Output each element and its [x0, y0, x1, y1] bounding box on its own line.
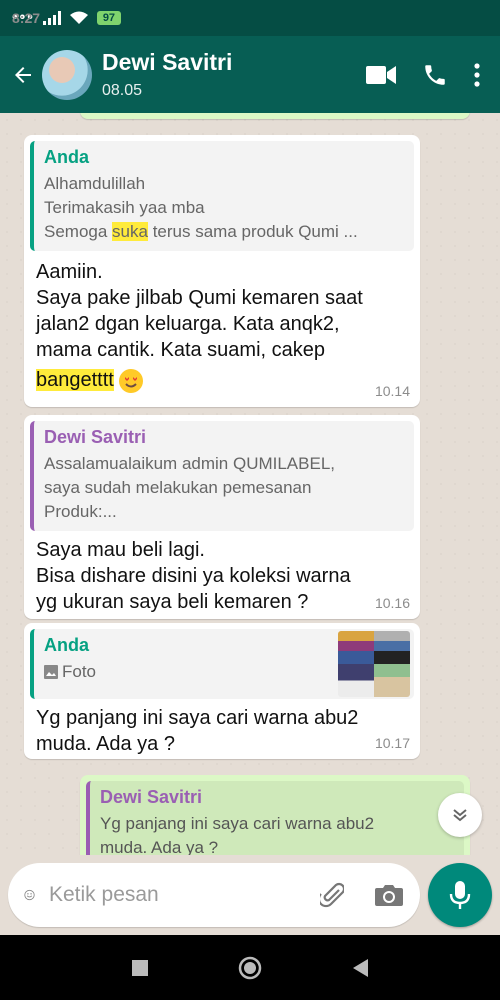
message-text-line: mama cantik. Kata suami, cakep	[36, 339, 326, 361]
emoji-icon[interactable]	[24, 881, 35, 909]
message-text-line: Saya mau beli lagi.	[36, 539, 205, 561]
status-bar: 8:27 ••• 97	[0, 0, 500, 36]
status-time: 8:27	[12, 10, 41, 26]
message-text-line: jalan2 dgan keluarga. Kata anqk2,	[36, 313, 340, 335]
composer	[0, 855, 500, 935]
quoted-media-label: Foto	[62, 662, 97, 681]
contact-avatar[interactable]	[42, 49, 92, 100]
system-navigation-bar	[0, 935, 500, 1000]
back-arrow-icon	[15, 66, 31, 83]
message-text-line: bangetttt	[36, 369, 114, 391]
battery-indicator: 97	[96, 11, 122, 25]
chat-header: Dewi Savitri 08.05	[0, 36, 500, 113]
quoted-message[interactable]: Dewi Savitri Assalamualaikum admin QUMIL…	[30, 421, 414, 531]
message-time: 10.14	[374, 383, 410, 399]
message-text-line: yg ukuran saya beli kemaren ?	[36, 591, 309, 613]
scroll-down-icon	[453, 809, 467, 822]
quoted-text-line: muda. Ada ya ?	[100, 838, 219, 855]
message-bubble-partial[interactable]	[80, 113, 470, 119]
quoted-text-line: Semoga suka terus sama produk Qumi ...	[44, 222, 358, 241]
mic-icon	[449, 881, 471, 909]
quoted-message[interactable]: Dewi Savitri Yg panjang ini saya cari wa…	[86, 781, 464, 855]
heart-eyes-emoji-icon	[119, 368, 144, 393]
contact-name: Dewi Savitri	[102, 49, 233, 75]
message-time: 10.16	[374, 595, 410, 611]
back-nav-icon[interactable]	[351, 958, 369, 978]
message-text-line: Saya pake jilbab Qumi kemaren saat	[36, 287, 363, 309]
quoted-message[interactable]: Anda Foto	[30, 629, 414, 699]
wifi-icon	[69, 11, 88, 24]
quoted-text-line: Terimakasih yaa mba	[44, 198, 205, 217]
message-text-line: Aamiin.	[36, 261, 103, 283]
quoted-message[interactable]: Anda Alhamdulillah Terimakasih yaa mba S…	[30, 141, 414, 251]
message-text-line: muda. Ada ya ?	[36, 733, 175, 755]
quoted-sender: Dewi Savitri	[100, 787, 203, 807]
camera-icon[interactable]	[374, 883, 404, 907]
contact-last-seen: 08.05	[102, 82, 143, 99]
quoted-text-line: Alhamdulillah	[44, 174, 146, 193]
video-call-icon[interactable]	[366, 64, 396, 86]
quoted-sender: Dewi Savitri	[44, 427, 147, 447]
chat-area[interactable]: Anda Alhamdulillah Terimakasih yaa mba S…	[0, 113, 500, 855]
signal-icon	[42, 11, 61, 25]
message-bubble[interactable]: Anda Foto Yg panjang ini saya cari warna…	[24, 623, 420, 759]
message-bubble[interactable]: Anda Alhamdulillah Terimakasih yaa mba S…	[24, 135, 420, 407]
home-icon[interactable]	[237, 955, 263, 981]
back-button[interactable]	[8, 55, 38, 95]
quoted-text-line: saya sudah melakukan pemesanan	[44, 478, 312, 497]
quoted-photo-thumbnail[interactable]	[338, 631, 410, 697]
quoted-sender: Anda	[44, 635, 89, 655]
photo-icon	[44, 665, 58, 679]
recent-apps-icon[interactable]	[131, 959, 149, 977]
more-options-icon[interactable]	[474, 62, 480, 87]
message-text-line: Yg panjang ini saya cari warna abu2	[36, 707, 359, 729]
attach-icon[interactable]	[320, 881, 344, 909]
message-input-box[interactable]	[8, 863, 420, 927]
message-input[interactable]	[49, 883, 320, 907]
quoted-text-line: Assalamualaikum admin QUMILABEL,	[44, 454, 336, 473]
message-text-line: Bisa dishare disini ya koleksi warna	[36, 565, 351, 587]
quoted-sender: Anda	[44, 147, 89, 167]
quoted-text-line: Produk:...	[44, 502, 117, 521]
phone-icon[interactable]	[422, 62, 448, 88]
scroll-down-button[interactable]	[438, 793, 482, 837]
quoted-text-line: Yg panjang ini saya cari warna abu2	[100, 814, 375, 833]
voice-record-button[interactable]	[428, 863, 492, 927]
contact-info[interactable]: Dewi Savitri 08.05	[102, 49, 366, 100]
message-time: 10.17	[374, 735, 410, 751]
message-bubble[interactable]: Dewi Savitri Assalamualaikum admin QUMIL…	[24, 415, 420, 619]
message-bubble[interactable]: Dewi Savitri Yg panjang ini saya cari wa…	[80, 775, 470, 855]
